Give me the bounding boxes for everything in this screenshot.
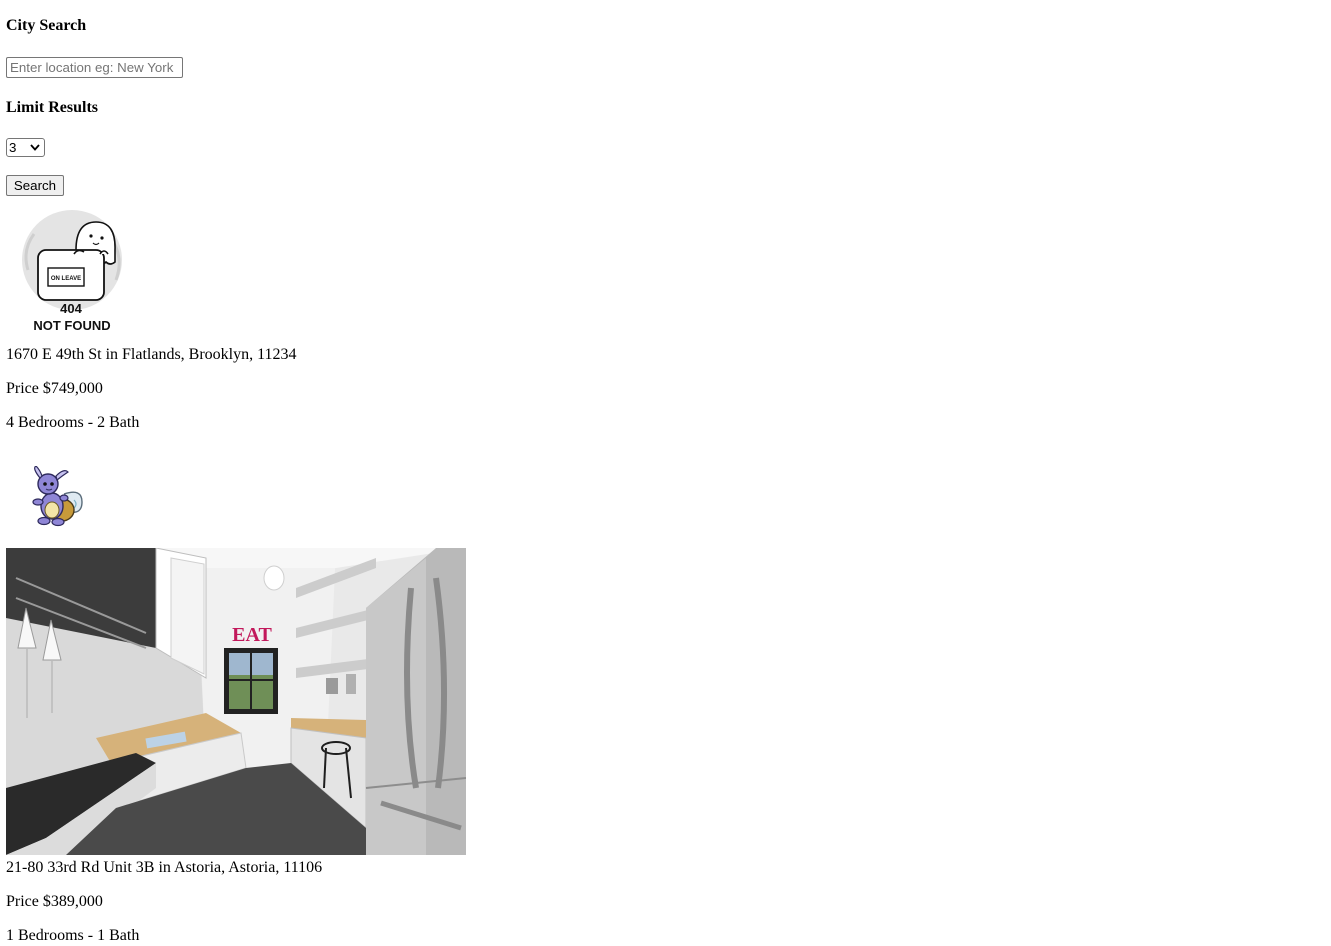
listing-image-not-found: ON LEAVE 404 NOT FOUND — [16, 210, 126, 334]
eat-sign-text: EAT — [232, 624, 272, 646]
listing-price: Price $389,000 — [6, 893, 103, 910]
location-input[interactable] — [6, 57, 183, 78]
listing-rooms: 4 Bedrooms - 2 Bath — [6, 414, 140, 431]
error-code-text: 404 — [60, 301, 82, 316]
listing-price: Price $749,000 — [6, 380, 103, 397]
wartortle-sprite-icon — [24, 465, 86, 528]
listing-address: 1670 E 49th St in Flatlands, Brooklyn, 1… — [6, 346, 297, 363]
chevron-down-icon — [28, 141, 42, 155]
city-search-heading: City Search — [6, 17, 87, 34]
limit-select-value: 3 — [9, 140, 17, 155]
not-found-text: NOT FOUND — [33, 318, 110, 333]
ghost-404-illustration: ON LEAVE 404 NOT FOUND — [22, 210, 122, 333]
search-button[interactable]: Search — [6, 175, 64, 196]
listing-rooms: 1 Bedrooms - 1 Bath — [6, 927, 140, 944]
listing-photo-kitchen: EAT — [6, 548, 466, 855]
listing-address: 21-80 33rd Rd Unit 3B in Astoria, Astori… — [6, 859, 323, 876]
limit-results-heading: Limit Results — [6, 99, 98, 116]
limit-select[interactable]: 3 — [6, 138, 45, 157]
on-leave-sign-text: ON LEAVE — [51, 276, 81, 282]
